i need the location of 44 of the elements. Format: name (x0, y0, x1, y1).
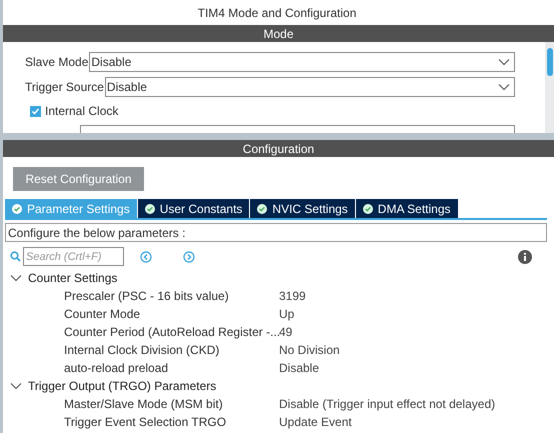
check-circle-icon (12, 204, 22, 214)
parameter-name: Trigger Event Selection TRGO (64, 414, 228, 431)
parameter-value[interactable]: Up (279, 305, 294, 323)
parameter-value[interactable]: Disable (279, 359, 320, 377)
scrollbar-thumb[interactable] (546, 48, 552, 76)
search-field[interactable]: Search (Crtl+F) (23, 247, 124, 266)
checkbox[interactable] (30, 106, 41, 116)
parameter-value[interactable]: 49 (279, 323, 292, 341)
chevron-down-icon (498, 58, 510, 66)
section-header: Configuration (3, 140, 554, 157)
search-icon (10, 251, 21, 262)
section-header: Mode (3, 25, 554, 42)
parameter-value[interactable]: Update Event (279, 413, 352, 431)
check-circle-icon (144, 204, 155, 214)
check-circle-icon (257, 204, 268, 214)
info-icon[interactable] (518, 250, 532, 264)
parameter-name: auto-reload preload (64, 360, 170, 377)
chevron-down-icon[interactable] (10, 274, 22, 282)
parameter-name: Counter Mode (64, 306, 142, 323)
next-icon[interactable] (183, 250, 195, 262)
previous-icon[interactable] (140, 250, 152, 262)
tab[interactable]: User Constants (138, 199, 250, 218)
parameter-name: Counter Period (AutoReload Register -... (64, 324, 279, 341)
field-label: Trigger Source (25, 79, 104, 96)
parameter-value[interactable]: Disable (Trigger input effect not delayed) (279, 395, 496, 413)
dropdown[interactable]: Disable (89, 52, 515, 72)
scrollbar[interactable] (545, 42, 554, 133)
chevron-down-icon (498, 83, 510, 91)
instruction-text: Configure the below parameters : (5, 223, 547, 242)
tab[interactable]: NVIC Settings (250, 199, 355, 218)
dropdown[interactable]: Disable (104, 77, 515, 97)
parameter-value[interactable]: No Division (279, 341, 340, 359)
check-circle-icon (362, 204, 373, 214)
chevron-down-icon[interactable] (10, 382, 22, 390)
parameter-name: Prescaler (PSC - 16 bits value) (64, 288, 230, 305)
group-label[interactable]: Trigger Output (TRGO) Parameters (28, 377, 216, 395)
field-label: Slave Mode (25, 54, 88, 71)
window-title: TIM4 Mode and Configuration (198, 4, 356, 22)
parameter-name: Internal Clock Division (CKD) (64, 342, 220, 359)
tab[interactable]: DMA Settings (356, 199, 458, 218)
checkbox-label: Internal Clock (45, 103, 118, 120)
parameter-name: Master/Slave Mode (MSM bit) (64, 396, 224, 413)
parameter-value[interactable]: 3199 (279, 287, 306, 305)
group-label[interactable]: Counter Settings (28, 269, 118, 287)
